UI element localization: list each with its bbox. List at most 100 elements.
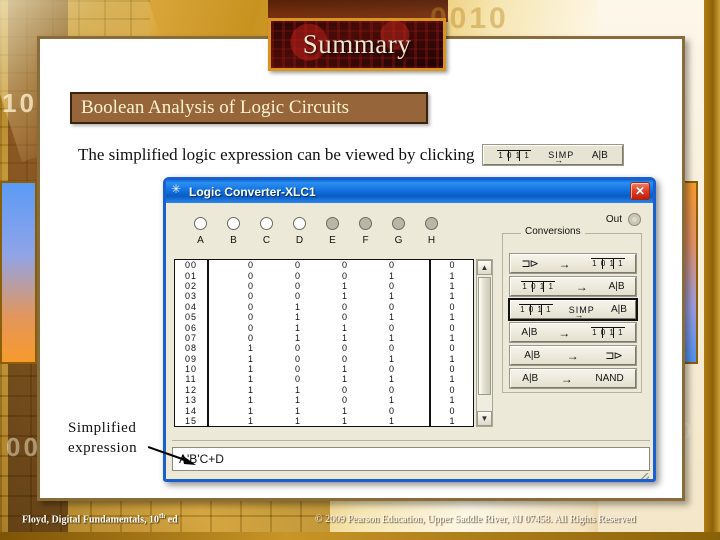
table-row: 0001 [247, 270, 394, 281]
terminal-c[interactable] [260, 217, 273, 230]
conversion-button-5[interactable]: A|B → ⊐⊳ [509, 345, 637, 366]
truth-table-icon: 1 0 1 1 [591, 258, 625, 269]
terminal-d[interactable] [293, 217, 306, 230]
table-row: 1111 [247, 416, 394, 427]
table-row[interactable]: 0 [431, 260, 473, 270]
accent-strip-left [0, 181, 37, 364]
truth-table-icon: 1 0 1 1 [591, 327, 625, 338]
table-row[interactable]: 1 [431, 312, 473, 322]
expression-icon: A|B [524, 350, 541, 361]
table-row: 08 [184, 343, 197, 354]
table-row[interactable]: 0 [431, 364, 473, 374]
terminal-row: A B C D E F G H [194, 217, 464, 255]
truth-table-inputs-column: 0000000100100011010001010110011110001001… [209, 260, 431, 426]
table-row[interactable]: 1 [431, 270, 473, 281]
truth-table[interactable]: 00 01 02 03 04 05 06 07 08 09 10 11 12 13 14 15 0000000… [174, 259, 474, 427]
terminal-a[interactable] [194, 217, 207, 230]
background-digit-3: 00 [6, 432, 41, 462]
table-row: 01 [184, 270, 197, 281]
table-row[interactable]: 1 [431, 354, 473, 364]
table-row[interactable]: 0 [431, 405, 473, 416]
inline-simplify-button[interactable]: 1 0 1 1 SIMP → A|B [481, 144, 624, 166]
output-terminal[interactable] [628, 213, 641, 226]
arrow-icon: → [554, 155, 565, 165]
conversion-button-4[interactable]: A|B → 1 0 1 1 [509, 322, 637, 343]
resize-grip-icon[interactable] [639, 473, 649, 479]
arrow-icon: → [574, 309, 585, 320]
terminal-label-e: E [329, 235, 336, 246]
logic-converter-window: Logic Converter-XLC1 ✕ ABCDEFGH Out 0001… [163, 177, 656, 482]
scroll-up-icon[interactable]: ▲ [477, 260, 492, 275]
terminal-h[interactable] [425, 217, 438, 230]
truth-table-icon: 1 0 1 1 [519, 304, 553, 315]
scrollbar-thumb[interactable] [478, 277, 491, 395]
output-terminal-group: Out [606, 213, 641, 226]
terminal-g[interactable] [392, 217, 405, 230]
conversion-button-1[interactable]: ⊐⊳ → 1 0 1 1 [509, 253, 637, 274]
terminal-f[interactable] [359, 217, 372, 230]
window-titlebar[interactable]: Logic Converter-XLC1 ✕ [166, 180, 653, 203]
arrow-icon: → [566, 348, 579, 363]
section-subtitle: Boolean Analysis of Logic Circuits [81, 97, 350, 118]
conversion-button-2[interactable]: 1 0 1 1 → A|B [509, 276, 637, 297]
window-title: Logic Converter-XLC1 [189, 184, 316, 199]
expression-icon: A|B [591, 149, 608, 161]
logic-gate-icon: ⊐⊳ [605, 350, 622, 362]
table-row[interactable]: 1 [431, 374, 473, 384]
table-row: 04 [184, 301, 197, 312]
table-row[interactable]: 1 [431, 291, 473, 301]
output-label: Out [605, 214, 622, 225]
table-row[interactable]: 1 [431, 416, 473, 426]
table-row: 00 [184, 260, 197, 271]
conversions-group: Conversions ⊐⊳ → 1 0 1 11 0 1 1 → A|B 1 0 1 1… [502, 226, 642, 393]
logic-gate-icon: ⊐⊳ [521, 258, 538, 270]
table-row: 12 [184, 384, 197, 395]
table-row[interactable]: 0 [431, 385, 473, 395]
arrow-icon: → [558, 325, 571, 340]
arrow-icon: → [575, 279, 588, 294]
truth-table-index-column: 00 01 02 03 04 05 06 07 08 09 10 11 12 13 14 15 [175, 260, 209, 426]
table-row: 1100 [247, 384, 394, 395]
expression-separator [172, 440, 650, 441]
table-row[interactable]: 0 [431, 322, 473, 333]
footer-bar [0, 532, 720, 540]
table-row: 0011 [247, 291, 394, 302]
expression-field[interactable]: A'B'C+D [172, 447, 650, 471]
table-row: 06 [184, 322, 197, 333]
expression-icon: A|B [522, 373, 539, 384]
arrow-icon: → [558, 256, 571, 271]
table-row[interactable]: 1 [431, 333, 473, 343]
table-row[interactable]: 1 [431, 395, 473, 405]
window-body: ABCDEFGH Out 00 01 02 03 04 05 06 07 08 09 10 11 12 1… [166, 203, 653, 479]
table-row: 1010 [247, 364, 394, 375]
app-icon [171, 182, 184, 198]
section-subtitle-box: Boolean Analysis of Logic Circuits [70, 92, 428, 124]
table-row: 1001 [247, 353, 394, 364]
terminal-e[interactable] [326, 217, 339, 230]
conversion-button-6[interactable]: A|B → NAND [509, 368, 637, 389]
table-row[interactable]: 0 [431, 343, 473, 353]
expression-icon: NAND [595, 373, 624, 384]
table-row: 02 [184, 280, 197, 291]
scroll-down-icon[interactable]: ▼ [477, 411, 492, 426]
conversion-button-3[interactable]: 1 0 1 1 SIMP → A|B [508, 298, 638, 321]
terminal-label-g: G [394, 235, 403, 246]
terminal-label-b: B [230, 235, 237, 246]
truth-table-scrollbar[interactable]: ▲ ▼ [476, 259, 493, 427]
callout-arrow-icon [148, 446, 196, 465]
terminal-label-c: C [262, 235, 271, 246]
table-row: 0000 [247, 260, 394, 271]
footer-citation: Floyd, Digital Fundamentals, 10th ed [22, 512, 178, 525]
terminal-b[interactable] [227, 217, 240, 230]
background-right-edge [704, 0, 720, 540]
table-row: 1011 [247, 374, 394, 385]
truth-table-output-column[interactable]: 0111010101010101 [431, 260, 473, 426]
table-row: 0111 [247, 332, 394, 343]
terminal-label-h: H [427, 235, 436, 246]
table-row[interactable]: 0 [431, 302, 473, 312]
table-row[interactable]: 1 [431, 281, 473, 291]
close-icon[interactable]: ✕ [630, 182, 650, 200]
table-row: 13 [184, 395, 197, 406]
body-text-line: The simplified logic expression can be v… [78, 142, 638, 168]
page-title: Summary [302, 29, 412, 59]
